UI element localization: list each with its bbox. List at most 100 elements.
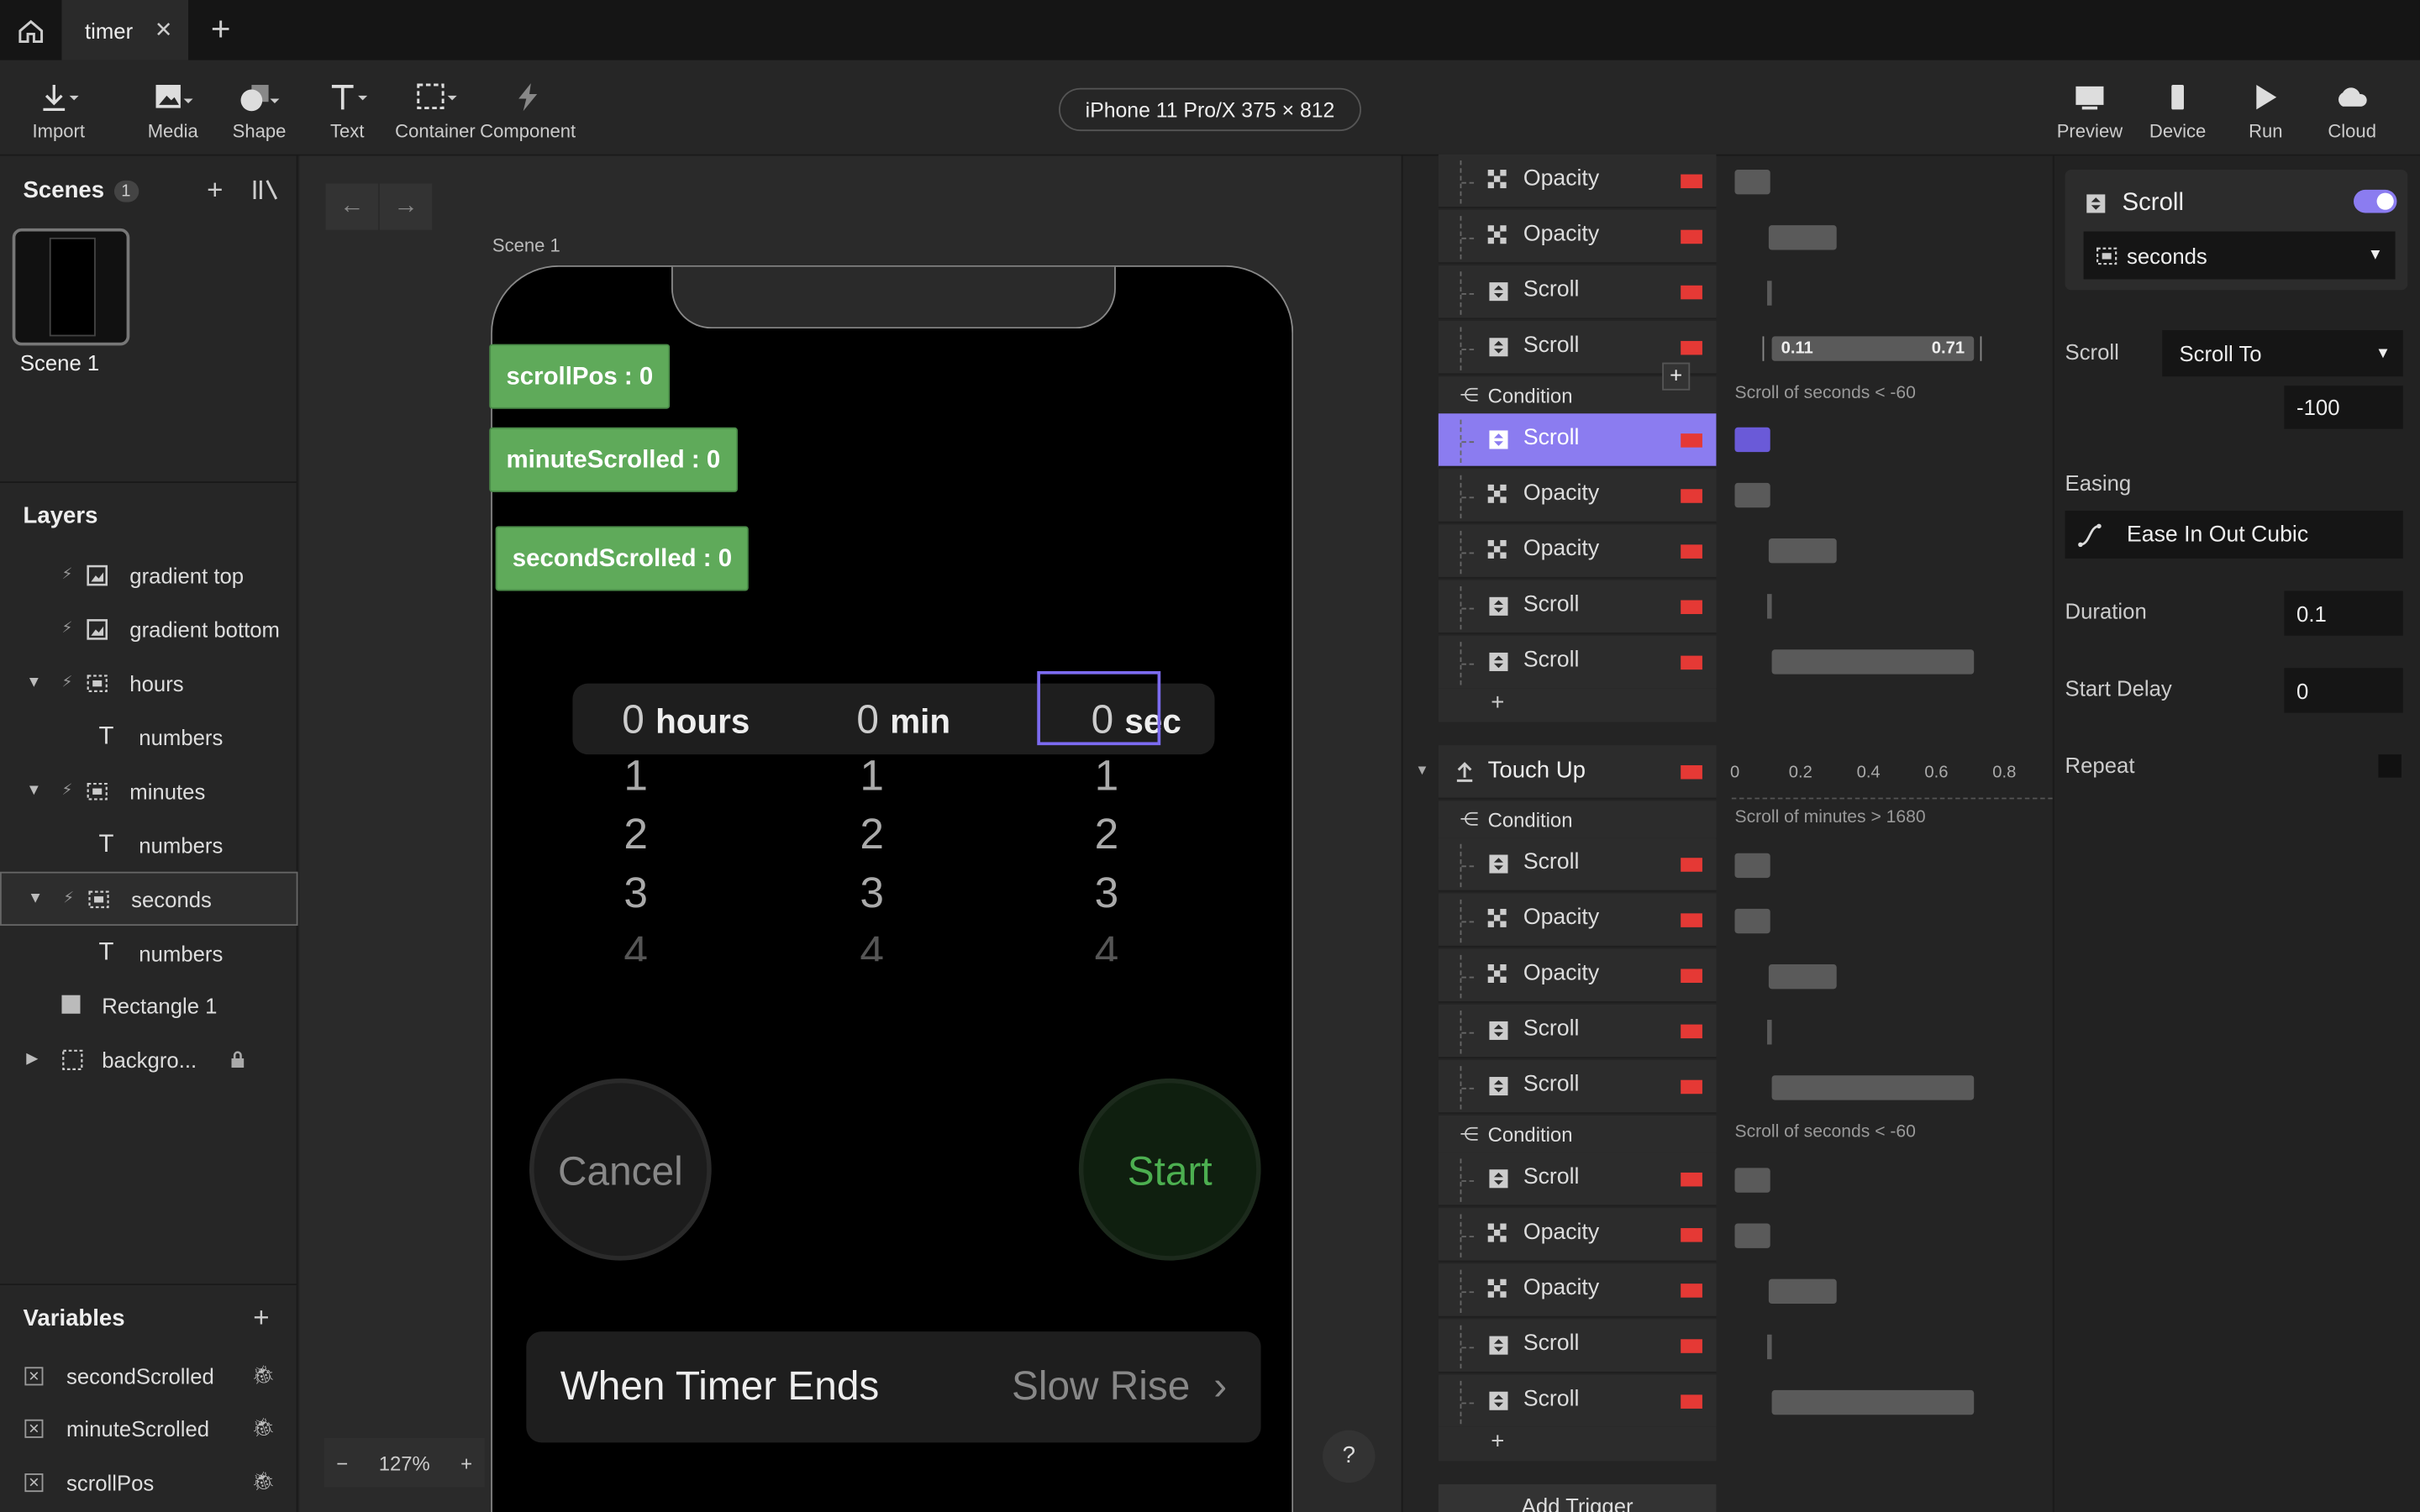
action-row[interactable]: Opacity (1438, 524, 1717, 579)
variable-scrollPos[interactable]: ✕ scrollPos 🐞︎ (0, 1458, 297, 1510)
add-action-icon[interactable]: + (1491, 1429, 1504, 1455)
bug-icon[interactable]: 🐞︎ (251, 1364, 275, 1386)
add-variable-icon[interactable]: + (253, 1302, 269, 1335)
action-row[interactable]: Scroll (1438, 1059, 1717, 1115)
add-trigger-button[interactable]: Add Trigger (1438, 1483, 1717, 1512)
add-scene-icon[interactable]: + (207, 175, 223, 207)
action-row[interactable]: Opacity (1438, 1208, 1717, 1263)
action-row-selected[interactable]: Scroll (1438, 413, 1717, 468)
condition-row[interactable]: ⋲ Condition (1438, 1115, 1717, 1154)
layer-background[interactable]: ▶ backgro... (0, 1032, 297, 1086)
bug-icon[interactable]: 🐞︎ (251, 1470, 275, 1492)
start-button[interactable]: Start (1078, 1078, 1261, 1261)
lock-icon[interactable] (229, 1049, 247, 1069)
timeline-bar[interactable] (1767, 1020, 1772, 1045)
action-row[interactable]: Scroll (1438, 837, 1717, 892)
action-row[interactable]: Opacity (1438, 948, 1717, 1003)
action-row[interactable]: Scroll (1438, 1152, 1717, 1207)
layer-hours[interactable]: ▼ ⚡ hours (0, 656, 297, 710)
variable-minuteScrolled[interactable]: ✕ minuteScrolled 🐞︎ (0, 1404, 297, 1456)
home-button[interactable] (0, 0, 61, 60)
timeline-ruler[interactable] (1731, 790, 2053, 800)
expand-arrow-icon[interactable]: ▼ (28, 890, 43, 907)
timeline-bar-selected[interactable] (1734, 427, 1770, 453)
enable-toggle[interactable] (2354, 189, 2397, 213)
container-button[interactable]: Container (393, 79, 476, 142)
import-button[interactable]: Import (28, 79, 89, 142)
layer-minutes-numbers[interactable]: T numbers (0, 817, 297, 871)
action-row[interactable]: Opacity (1438, 1263, 1717, 1318)
text-button[interactable]: Text (317, 79, 378, 142)
timeline-bar[interactable] (1767, 281, 1772, 306)
cancel-button[interactable]: Cancel (529, 1078, 712, 1261)
variable-secondScrolled[interactable]: ✕ secondScrolled 🐞︎ (0, 1352, 297, 1404)
timeline-bar[interactable] (1768, 963, 1837, 990)
hours-column[interactable]: 0 hours (622, 696, 750, 743)
action-row[interactable]: Scroll (1438, 580, 1717, 634)
preview-button[interactable]: Preview (2056, 79, 2124, 142)
layer-seconds[interactable]: ▼ ⚡ seconds (0, 871, 298, 927)
device-selector[interactable]: iPhone 11 Pro/X 375 × 812 (1058, 87, 1361, 132)
timeline-bar[interactable] (1734, 482, 1770, 508)
shape-button[interactable]: Shape (229, 79, 290, 142)
timer-ends-row[interactable]: When Timer Ends Slow Rise › (526, 1331, 1261, 1443)
timeline-bar[interactable] (1771, 649, 1975, 675)
timeline-bar[interactable] (1771, 1389, 1975, 1415)
timeline-bar[interactable] (1771, 1075, 1975, 1100)
action-row[interactable]: Opacity (1438, 469, 1717, 523)
component-button[interactable]: Component (478, 79, 577, 142)
timeline-bar[interactable] (1734, 908, 1770, 934)
action-row[interactable]: Scroll (1438, 635, 1717, 690)
timeline-bar[interactable] (1767, 1334, 1772, 1360)
device-button[interactable]: Device (2145, 79, 2210, 142)
action-row[interactable]: Opacity (1438, 893, 1717, 948)
minuteScrolled-chip[interactable]: minuteScrolled : 0 (489, 427, 738, 492)
repeat-checkbox[interactable] (2378, 754, 2402, 778)
timeline-bar[interactable] (1734, 853, 1770, 879)
scene-thumbnail[interactable] (12, 228, 130, 346)
layer-gradient-bottom[interactable]: ⚡ gradient bottom (0, 601, 297, 655)
collapse-arrow-icon[interactable]: ▶ (26, 1051, 38, 1068)
secondScrolled-chip[interactable]: secondScrolled : 0 (495, 526, 750, 591)
add-action-button[interactable]: + (1662, 362, 1691, 391)
help-button[interactable]: ? (1323, 1430, 1376, 1483)
layer-seconds-numbers[interactable]: T numbers (0, 926, 297, 979)
zoom-level[interactable]: 127% (379, 1451, 430, 1474)
add-action-row[interactable]: + (1438, 688, 1717, 722)
back-arrow-icon[interactable]: ← (325, 183, 378, 230)
new-tab-button[interactable]: + (201, 9, 241, 50)
media-button[interactable]: Media (142, 79, 203, 142)
expand-arrow-icon[interactable]: ▼ (1415, 762, 1428, 777)
scrollPos-chip[interactable]: scrollPos : 0 (489, 344, 671, 409)
tab-timer[interactable]: timer ✕ (61, 0, 189, 60)
scroll-mode-select[interactable]: Scroll To ▼ (2162, 330, 2403, 377)
add-action-icon[interactable]: + (1491, 690, 1504, 716)
action-row[interactable]: Scroll (1438, 1004, 1717, 1058)
timeline-bar[interactable] (1768, 225, 1837, 250)
condition-row[interactable]: ⋲ Condition (1438, 801, 1717, 840)
action-row[interactable]: Opacity (1438, 154, 1717, 208)
layer-minutes[interactable]: ▼ ⚡ minutes (0, 764, 297, 817)
timeline-bar[interactable] (1768, 1278, 1837, 1305)
easing-select[interactable]: Ease In Out Cubic (2065, 510, 2403, 559)
run-button[interactable]: Run (2235, 79, 2296, 142)
close-icon[interactable]: ✕ (155, 17, 173, 43)
timeline-bar[interactable] (1768, 538, 1837, 564)
bug-icon[interactable]: 🐞︎ (251, 1416, 275, 1438)
timeline-bar[interactable] (1734, 170, 1770, 195)
action-row[interactable]: Scroll (1438, 265, 1717, 320)
timeline-bar[interactable] (1734, 1223, 1770, 1248)
zoom-out-button[interactable]: − (336, 1451, 348, 1474)
zoom-in-button[interactable]: + (460, 1451, 472, 1474)
timeline-bar[interactable] (1734, 1168, 1770, 1193)
expand-arrow-icon[interactable]: ▼ (26, 675, 41, 691)
cloud-button[interactable]: Cloud (2321, 79, 2382, 142)
scroll-value-input[interactable]: -100 (2284, 386, 2403, 429)
timeline-range-bar[interactable]: 0.11 0.71 (1771, 336, 1975, 361)
layer-hours-numbers[interactable]: T numbers (0, 710, 297, 764)
layer-gradient-top[interactable]: ⚡ gradient top (0, 548, 297, 601)
expand-arrow-icon[interactable]: ▼ (26, 782, 41, 799)
duration-input[interactable]: 0.1 (2284, 591, 2403, 636)
start-delay-input[interactable]: 0 (2284, 668, 2403, 713)
range-handle[interactable] (1762, 336, 1765, 361)
